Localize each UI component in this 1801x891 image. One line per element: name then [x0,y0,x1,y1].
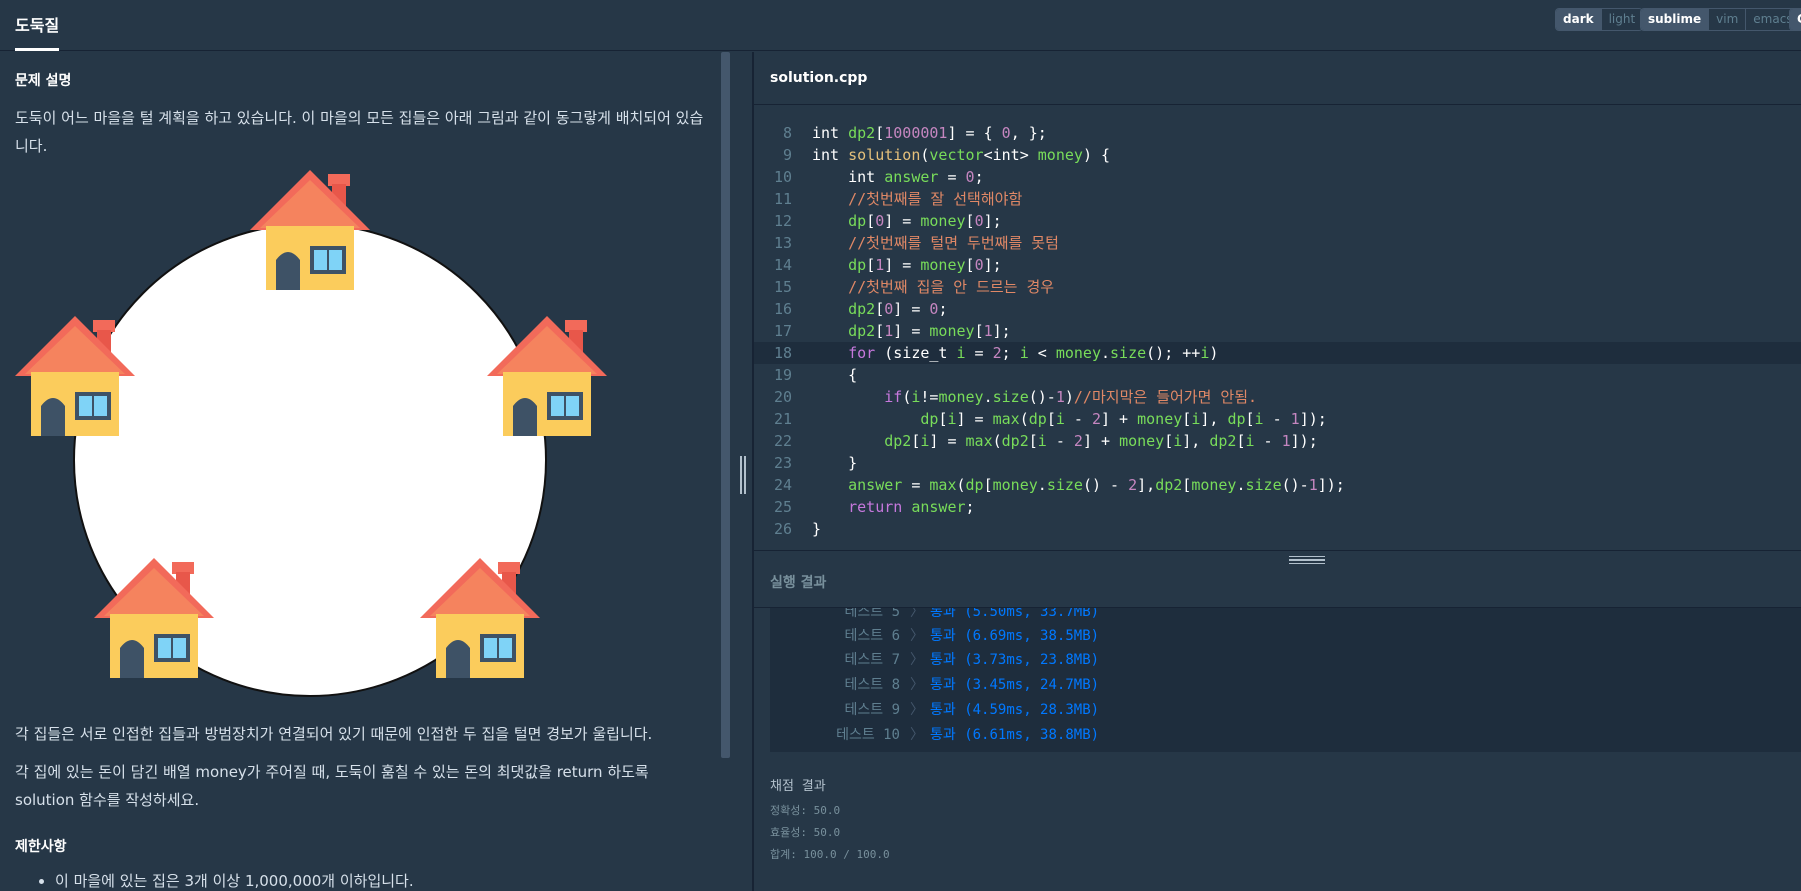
code-line[interactable]: 8 int dp2[1000001] = { 0, }; [754,122,1801,144]
grading-title: 채점 결과 [770,779,826,794]
problem-intro: 도둑이 어느 마을을 털 계획을 하고 있습니다. 이 마을의 모든 집들은 아… [15,109,704,155]
grading-efficiency: 효율성: 50.0 [770,826,841,839]
code-editor[interactable]: 8 int dp2[1000001] = { 0, }; 9 int solutio… [754,106,1801,550]
language-toggle: C [1789,8,1801,31]
code-line[interactable]: 12 dp[0] = money[0]; [754,210,1801,232]
test-row: 테스트 7 〉 통과 (3.73ms, 23.8MB) [844,652,1100,668]
keymap-vim-button[interactable]: vim [1709,9,1747,30]
code-line[interactable]: 10 int answer = 0; [754,166,1801,188]
result-label: 실행 결과 [770,575,827,591]
limit-item: 이 마을에 있는 집은 3개 이상 1,000,000개 이하입니다. [55,870,414,891]
editor-panel: solution.cpp 8 int dp2[1000001] = { 0, };… [754,52,1801,891]
code-line[interactable]: 13 //첫번째를 털면 두번째를 못텀 [754,232,1801,254]
test-row: 테스트 9 〉 통과 (4.59ms, 28.3MB) [844,702,1100,718]
file-header: solution.cpp [754,52,1801,105]
code-line[interactable]: 17 dp2[1] = money[1]; [754,320,1801,342]
problem-paragraph-1: 각 집들은 서로 인접한 집들과 방범장치가 연결되어 있기 때문에 인접한 두… [15,725,653,743]
code-line[interactable]: 11 //첫번째를 잘 선택해야함 [754,188,1801,210]
result-header: 실행 결과 [754,550,1801,608]
code-line[interactable]: 23 } [754,452,1801,474]
houses-circle-illustration [15,170,607,697]
grading-accuracy: 정확성: 50.0 [770,804,841,817]
test-row: 테스트 5 〉 통과 (5.50ms, 33.7MB) [844,608,1100,620]
section-title-description: 문제 설명 [15,73,72,89]
code-line[interactable]: 19 { [754,364,1801,386]
problem-title-tab[interactable]: 도둑질 [15,0,60,51]
code-line[interactable]: 21 dp[i] = max(dp[i - 2] + money[i], dp[… [754,408,1801,430]
code-line[interactable]: 26} [754,518,1801,540]
code-line[interactable]: 25 return answer; [754,496,1801,518]
code-line-active[interactable]: 18 for (size_t i = 2; i < money.size(); … [754,342,1801,364]
test-row: 테스트 10 〉 통과 (6.61ms, 38.8MB) [836,727,1100,743]
section-title-limits: 제한사항 [15,839,67,855]
keymap-toggle: sublime vim emacs [1640,8,1801,31]
code-line[interactable]: 20 if(i!=money.size()-1)//마지막은 들어가면 안됨. [754,386,1801,408]
language-button[interactable]: C [1790,9,1801,30]
code-line[interactable]: 16 dp2[0] = 0; [754,298,1801,320]
test-row: 테스트 8 〉 통과 (3.45ms, 24.7MB) [844,677,1100,693]
problem-scrollbar[interactable] [721,52,730,758]
keymap-sublime-button[interactable]: sublime [1641,9,1710,30]
test-results-list: 테스트 5 〉 통과 (5.50ms, 33.7MB) 테스트 6 〉 통과 (6.69… [770,608,1801,752]
problem-paragraph-2: 각 집에 있는 돈이 담긴 배열 money가 주어질 때, 도둑이 훔칠 수 … [15,763,649,809]
vertical-splitter-handle[interactable] [740,456,752,494]
theme-toggle: dark light [1555,8,1644,31]
code-line[interactable]: 24 answer = max(dp[money.size() - 2],dp2… [754,474,1801,496]
house-top [250,170,370,290]
code-line[interactable]: 14 dp[1] = money[0]; [754,254,1801,276]
theme-dark-button[interactable]: dark [1556,9,1602,30]
theme-light-button[interactable]: light [1601,9,1643,30]
code-line[interactable]: 9 int solution(vector<int> money) { [754,144,1801,166]
code-line[interactable]: 15 //첫번째 집을 안 드르는 경우 [754,276,1801,298]
grading-total: 합계: 100.0 / 100.0 [770,848,890,861]
horizontal-splitter-handle[interactable] [1289,556,1325,564]
code-line[interactable]: 22 dp2[i] = max(dp2[i - 2] + money[i], d… [754,430,1801,452]
file-name: solution.cpp [770,70,868,86]
top-bar: 도둑질 dark light sublime vim emacs C [0,0,1801,51]
problem-panel: 문제 설명 도둑이 어느 마을을 털 계획을 하고 있습니다. 이 마을의 모든… [0,52,752,891]
test-row: 테스트 6 〉 통과 (6.69ms, 38.5MB) [844,628,1100,644]
